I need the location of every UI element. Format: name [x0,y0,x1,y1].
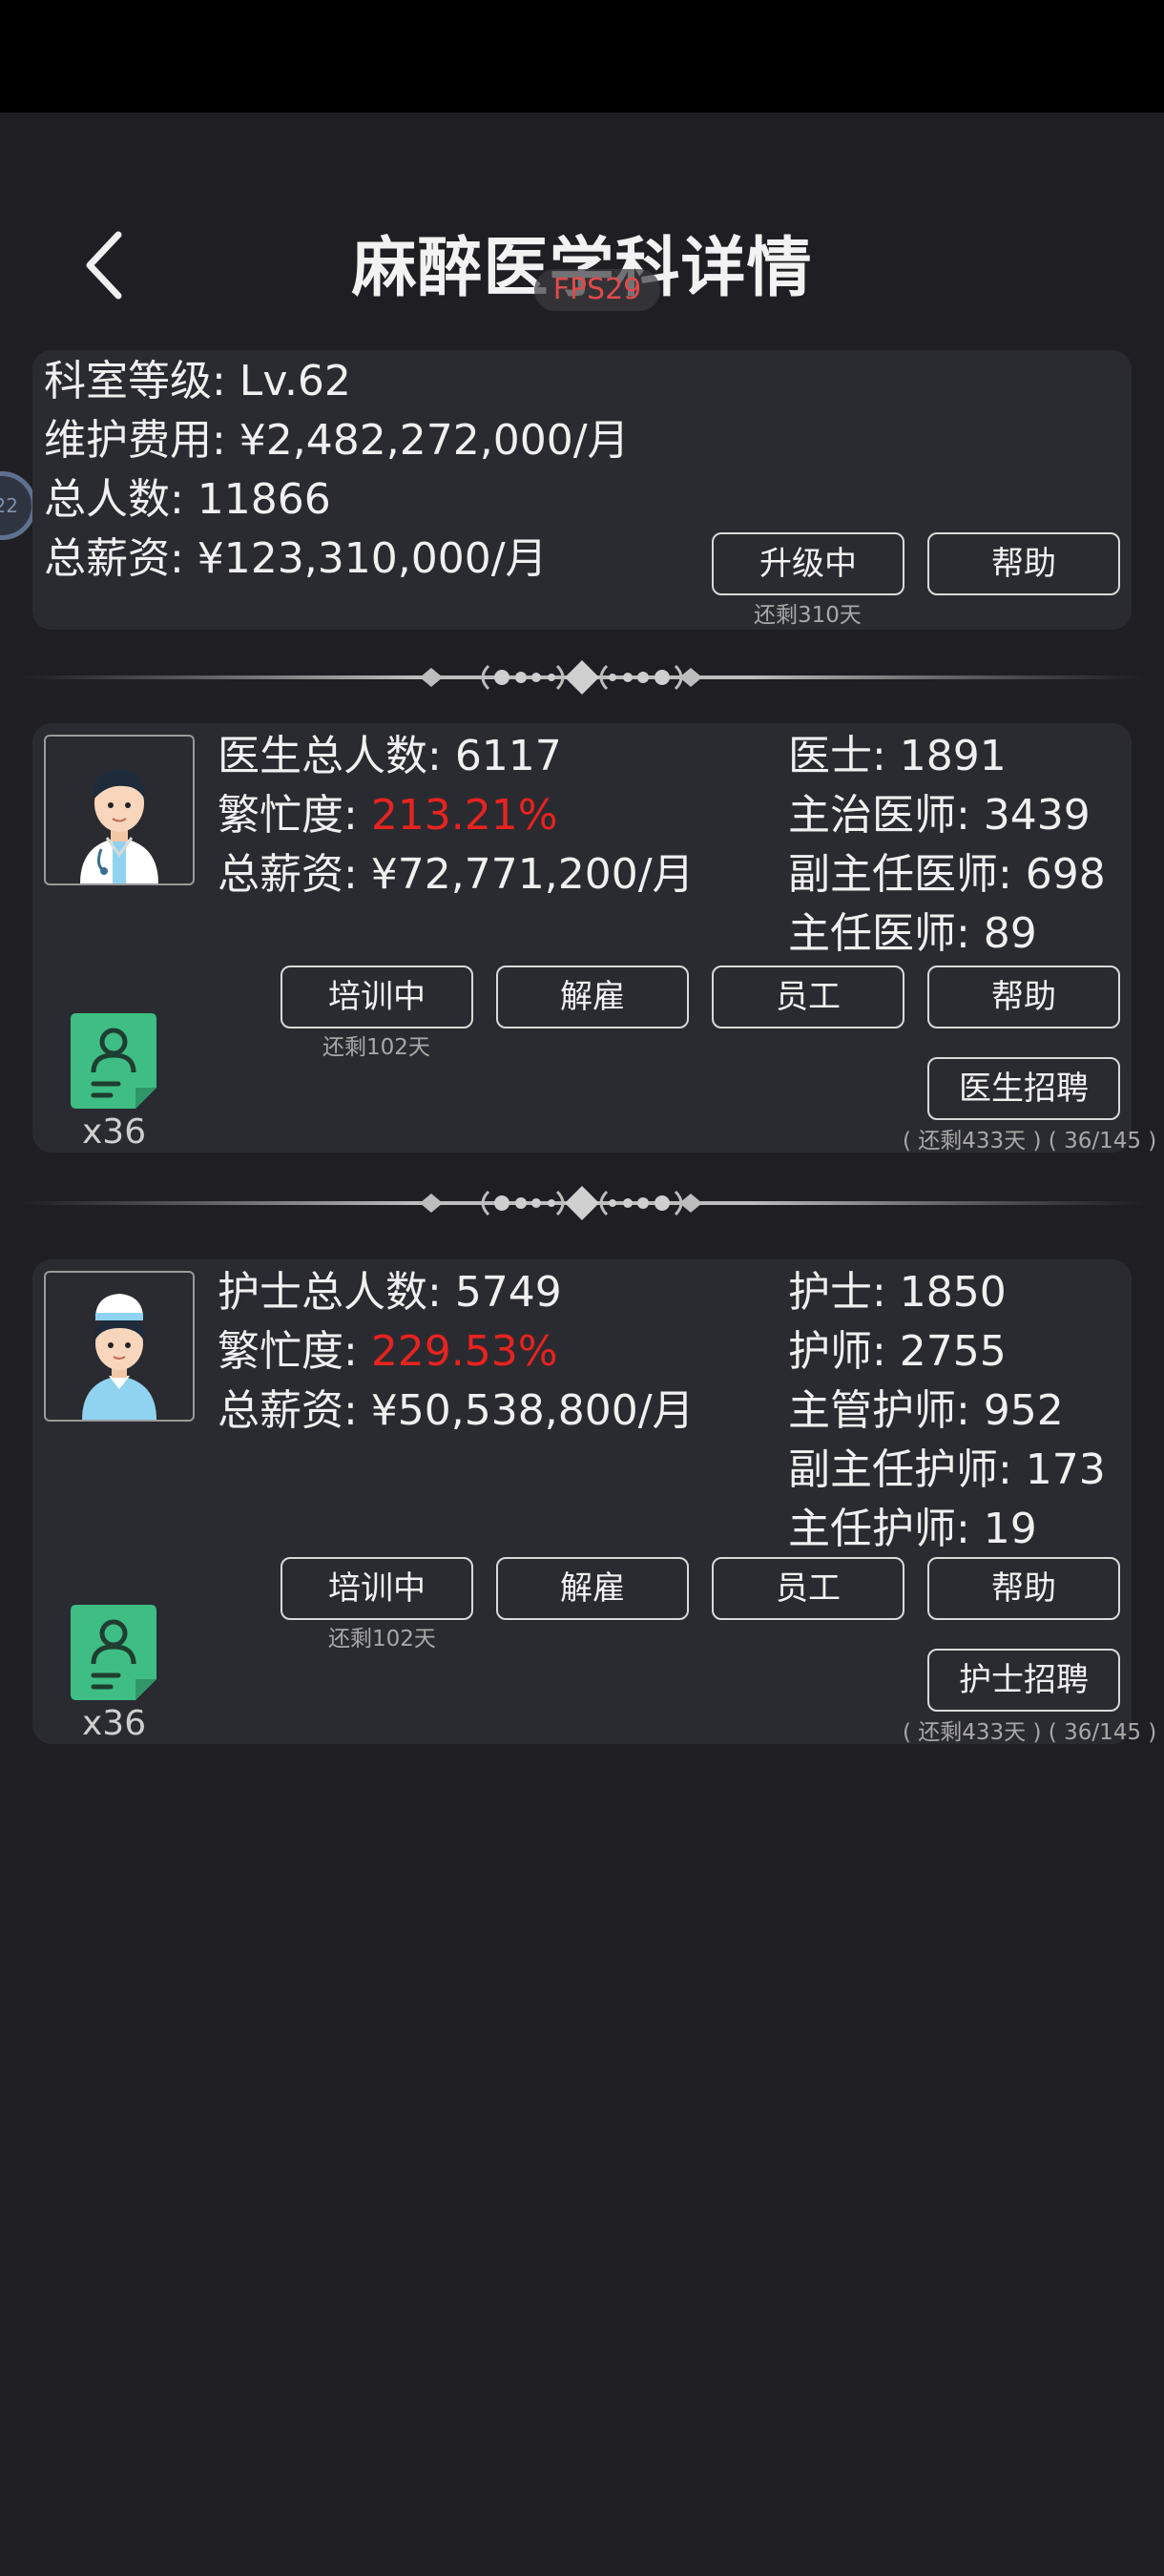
doctor-staff-button[interactable]: 员工 [712,966,904,1028]
recruit-ticket-icon[interactable] [71,1605,156,1700]
maintenance-cost: 维护费用: ¥2,482,272,000/月 [44,416,630,465]
nurse-help-button[interactable]: 帮助 [927,1557,1120,1620]
doctor-help-button[interactable]: 帮助 [927,966,1120,1028]
department-summary-card: 科室等级: Lv.62 维护费用: ¥2,482,272,000/月 总人数: … [32,350,1132,630]
nurse-total: 护士总人数: 5749 [218,1268,562,1317]
nurse-busy-rate: 繁忙度: 229.53% [218,1327,558,1376]
doctor-rank: 主治医师: 3439 [788,791,1091,840]
nurse-fire-button[interactable]: 解雇 [496,1557,689,1620]
nurse-rank: 护士: 1850 [788,1268,1007,1317]
nurse-busy-value: 229.53% [370,1327,558,1376]
doctor-train-remaining: 还剩102天 [322,1035,430,1060]
doctor-ticket-count: x36 [82,1112,147,1152]
nurse-recruit-info: ( 还剩433天 ) ( 36/145 ) [903,1720,1157,1745]
recruit-ticket-icon[interactable] [71,1013,156,1109]
nurse-train-remaining: 还剩102天 [328,1627,436,1652]
doctor-fire-button[interactable]: 解雇 [496,966,689,1028]
doctor-salary: 总薪资: ¥72,771,200/月 [218,850,695,899]
ornament-divider [19,660,1145,695]
nurse-rank: 主任护师: 19 [788,1505,1037,1553]
nurse-train-button[interactable]: 培训中 [281,1557,473,1620]
status-bar [0,0,1164,113]
nurse-rank: 副主任护师: 173 [788,1445,1106,1494]
nurse-rank: 主管护师: 952 [788,1386,1064,1435]
doctor-busy-value: 213.21% [370,791,558,840]
doctor-recruit-info: ( 还剩433天 ) ( 36/145 ) [903,1129,1157,1153]
upgrade-button[interactable]: 升级中 [712,532,904,595]
nurse-ticket-count: x36 [82,1704,147,1743]
doctor-train-button[interactable]: 培训中 [281,966,473,1028]
ornament-divider [19,1186,1145,1220]
total-salary: 总薪资: ¥123,310,000/月 [44,534,548,583]
upgrade-remaining: 还剩310天 [754,603,862,628]
floating-side-bubble[interactable]: 22 [0,471,36,540]
doctor-section-card: 医生总人数: 6117 繁忙度: 213.21% 总薪资: ¥72,771,20… [32,723,1156,1153]
doctor-rank: 副主任医师: 698 [788,850,1106,899]
nurse-recruit-button[interactable]: 护士招聘 [927,1649,1120,1712]
doctor-rank: 医士: 1891 [788,732,1007,780]
department-help-button[interactable]: 帮助 [927,532,1120,595]
nurse-avatar-icon [44,1271,195,1422]
nurse-salary: 总薪资: ¥50,538,800/月 [218,1386,695,1435]
nurse-section-card: 护士总人数: 5749 繁忙度: 229.53% 总薪资: ¥50,538,80… [32,1259,1156,1745]
doctor-recruit-button[interactable]: 医生招聘 [927,1057,1120,1120]
total-headcount: 总人数: 11866 [44,475,331,524]
doctor-rank: 主任医师: 89 [788,909,1037,958]
nurse-rank: 护师: 2755 [788,1327,1007,1376]
doctor-avatar-icon [44,735,195,885]
doctor-total: 医生总人数: 6117 [218,732,562,780]
doctor-busy-rate: 繁忙度: 213.21% [218,791,558,840]
nurse-staff-button[interactable]: 员工 [712,1557,904,1620]
department-level: 科室等级: Lv.62 [44,357,351,405]
fps-counter: FPS29 [534,269,660,311]
